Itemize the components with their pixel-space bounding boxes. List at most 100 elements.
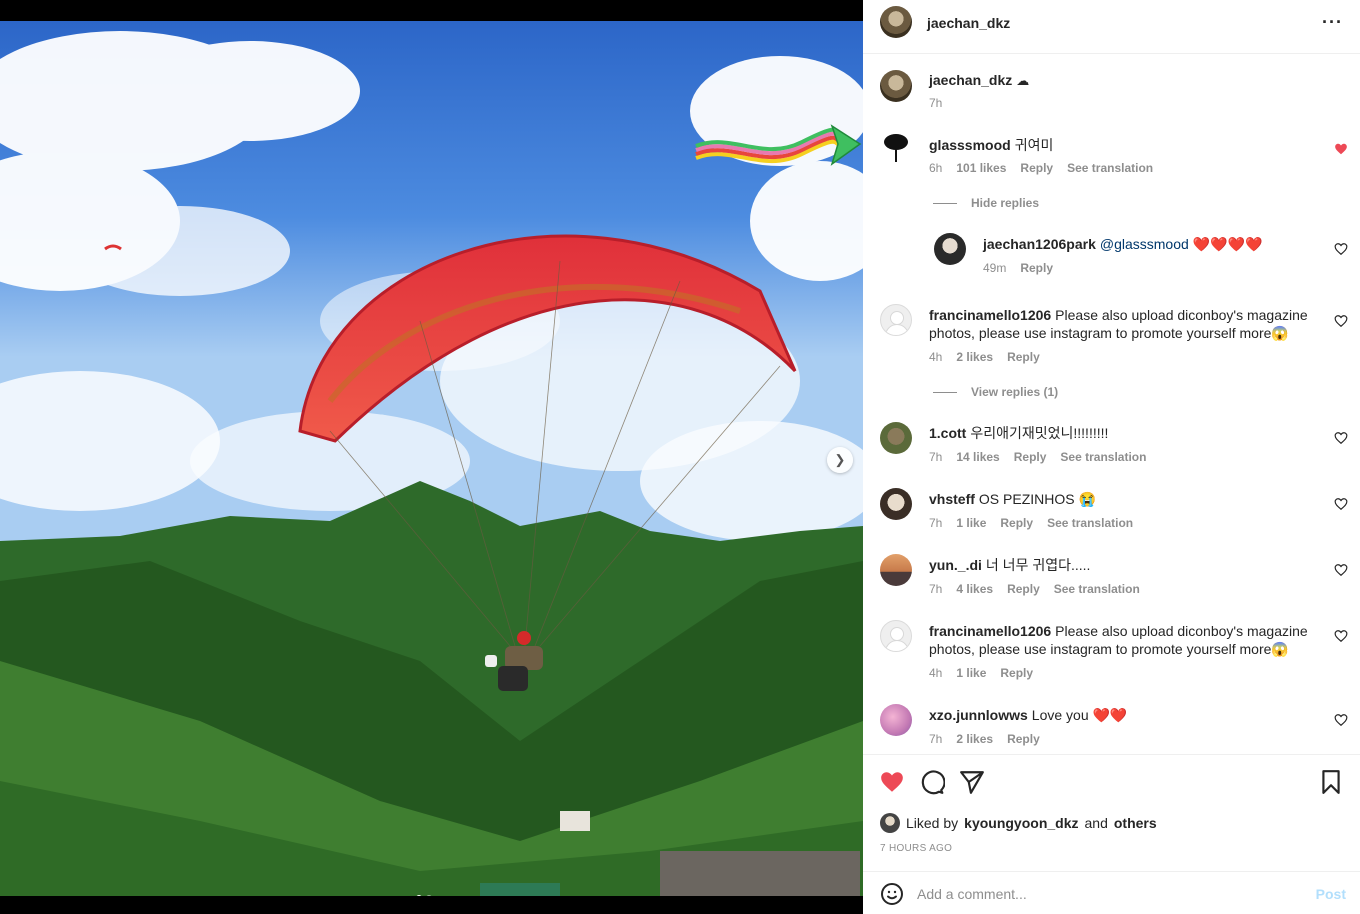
post-side-panel: jaechan_dkz ··· jaechan_dkz ☁ 7h glasssmo… — [863, 0, 1360, 914]
paper-plane-icon[interactable] — [959, 769, 985, 795]
comment-time: 6h — [929, 161, 943, 175]
commenter-avatar[interactable] — [880, 554, 912, 586]
comment-likes[interactable]: 1 like — [956, 516, 986, 530]
reply-button[interactable]: Reply — [1020, 261, 1053, 275]
commenter-avatar[interactable] — [880, 422, 912, 454]
comment-likes[interactable]: 14 likes — [956, 450, 999, 464]
see-translation-button[interactable]: See translation — [1067, 161, 1153, 175]
comment-text: glasssmood 귀여미 — [929, 136, 1309, 154]
comment-heart-filled-icon[interactable] — [1334, 142, 1348, 156]
comment-heart-icon[interactable] — [1334, 713, 1348, 727]
comment-likes[interactable]: 101 likes — [956, 161, 1006, 175]
comment-username[interactable]: vhsteff — [929, 491, 975, 507]
add-comment-input[interactable] — [917, 882, 1287, 906]
comment-time: 7h — [929, 450, 943, 464]
comment-heart-icon[interactable] — [1334, 563, 1348, 577]
liked-by-prefix: Liked by — [906, 815, 959, 831]
reply-button[interactable]: Reply — [1000, 516, 1033, 530]
comment-meta: 4h 1 like Reply — [929, 666, 1033, 680]
comment-text: vhsteff OS PEZINHOS 😭 — [929, 490, 1309, 508]
post-actions: Liked by kyoungyoon_dkz and others 7 HOU… — [863, 754, 1360, 914]
comment-meta: 49m Reply — [983, 261, 1053, 275]
see-translation-button[interactable]: See translation — [1054, 582, 1140, 596]
liker-avatar[interactable] — [880, 813, 900, 833]
liked-by-and: and — [1084, 815, 1108, 831]
comment-heart-icon[interactable] — [1334, 242, 1348, 256]
comment-content: @glasssmood ❤️❤️❤️❤️ — [1099, 236, 1263, 252]
comment-likes[interactable]: 2 likes — [956, 732, 993, 746]
comment-meta: 7h 1 like Reply See translation — [929, 516, 1133, 530]
comment-heart-icon[interactable] — [1334, 314, 1348, 328]
comment-text: xzo.junnlowws Love you ❤️❤️ — [929, 706, 1309, 724]
comment-heart-icon[interactable] — [1334, 629, 1348, 643]
comment-time: 7h — [929, 516, 943, 530]
comment-likes[interactable]: 1 like — [956, 666, 986, 680]
comment-meta: 6h 101 likes Reply See translation — [929, 161, 1153, 175]
comment-bubble-icon[interactable] — [919, 769, 945, 795]
liker-username[interactable]: kyoungyoon_dkz — [964, 815, 1078, 831]
view-replies-label[interactable]: View replies (1) — [971, 385, 1058, 399]
see-translation-button[interactable]: See translation — [1047, 516, 1133, 530]
fan-avatar-icon — [884, 134, 908, 162]
post-timestamp: 7 HOURS AGO — [880, 843, 953, 854]
add-comment-bar: Post — [863, 871, 1360, 914]
reply-button[interactable]: Reply — [1020, 161, 1053, 175]
comment-text: jaechan1206park @glasssmood ❤️❤️❤️❤️ — [983, 235, 1360, 253]
comment-likes[interactable]: 2 likes — [956, 350, 993, 364]
comment-heart-icon[interactable] — [1334, 431, 1348, 445]
comment-content: OS PEZINHOS 😭 — [978, 491, 1096, 507]
comment-username[interactable]: glasssmood — [929, 137, 1011, 153]
comment-content: 너 너무 귀엽다..... — [985, 557, 1091, 573]
smiley-icon[interactable] — [880, 882, 904, 906]
rainbow-arrow-annotation — [695, 124, 862, 166]
bottom-letterbox — [0, 896, 863, 914]
hide-replies-button[interactable]: Hide replies — [933, 196, 1039, 210]
comment-text: yun._.di 너 너무 귀엽다..... — [929, 556, 1309, 574]
cloud-icon: ☁ — [1016, 73, 1030, 88]
comment-username[interactable]: 1.cott — [929, 425, 966, 441]
post-comment-button[interactable]: Post — [1316, 886, 1346, 902]
more-horizontal-icon[interactable]: ··· — [1322, 12, 1343, 33]
comment-meta: 7h 4 likes Reply See translation — [929, 582, 1140, 596]
comment-time: 7h — [929, 582, 943, 596]
comment-username[interactable]: yun._.di — [929, 557, 982, 573]
comment-text: francinamello1206 Please also upload dico… — [929, 622, 1309, 658]
reply-button[interactable]: Reply — [1007, 732, 1040, 746]
liked-by-others[interactable]: others — [1114, 815, 1157, 831]
commenter-avatar[interactable] — [880, 132, 912, 164]
bookmark-icon[interactable] — [1318, 769, 1344, 795]
hide-replies-label[interactable]: Hide replies — [971, 196, 1039, 210]
comment-text: francinamello1206 Please also upload dico… — [929, 306, 1309, 342]
author-username[interactable]: jaechan_dkz — [927, 15, 1010, 31]
reply-button[interactable]: Reply — [1000, 666, 1033, 680]
commenter-avatar[interactable] — [880, 488, 912, 520]
commenter-avatar[interactable] — [880, 704, 912, 736]
comment-username[interactable]: francinamello1206 — [929, 307, 1051, 323]
comment-meta: 7h 2 likes Reply — [929, 732, 1040, 746]
next-photo-button[interactable]: ❯ — [827, 447, 853, 473]
comment-content: Love you ❤️❤️ — [1031, 707, 1128, 723]
comment-content: 귀여미 — [1014, 137, 1054, 153]
reply-button[interactable]: Reply — [1007, 582, 1040, 596]
heart-filled-icon[interactable] — [879, 769, 905, 795]
commenter-avatar[interactable] — [934, 233, 966, 265]
reply-button[interactable]: Reply — [1007, 350, 1040, 364]
see-translation-button[interactable]: See translation — [1060, 450, 1146, 464]
caption-username-text[interactable]: jaechan_dkz — [929, 72, 1012, 88]
commenter-avatar-default[interactable] — [880, 620, 912, 652]
comment-username[interactable]: francinamello1206 — [929, 623, 1051, 639]
comment-time: 4h — [929, 666, 943, 680]
view-replies-button[interactable]: View replies (1) — [933, 385, 1058, 399]
reply-button[interactable]: Reply — [1014, 450, 1047, 464]
top-letterbox — [0, 0, 863, 21]
comment-time: 7h — [929, 732, 943, 746]
liked-by: Liked by kyoungyoon_dkz and others — [880, 813, 1157, 833]
comment-username[interactable]: xzo.junnlowws — [929, 707, 1028, 723]
comment-heart-icon[interactable] — [1334, 497, 1348, 511]
author-avatar[interactable] — [880, 6, 912, 38]
comment-username[interactable]: jaechan1206park — [983, 236, 1096, 252]
caption-avatar[interactable] — [880, 70, 912, 102]
comment-likes[interactable]: 4 likes — [956, 582, 993, 596]
caption-username[interactable]: jaechan_dkz ☁ — [929, 72, 1029, 89]
commenter-avatar-default[interactable] — [880, 304, 912, 336]
